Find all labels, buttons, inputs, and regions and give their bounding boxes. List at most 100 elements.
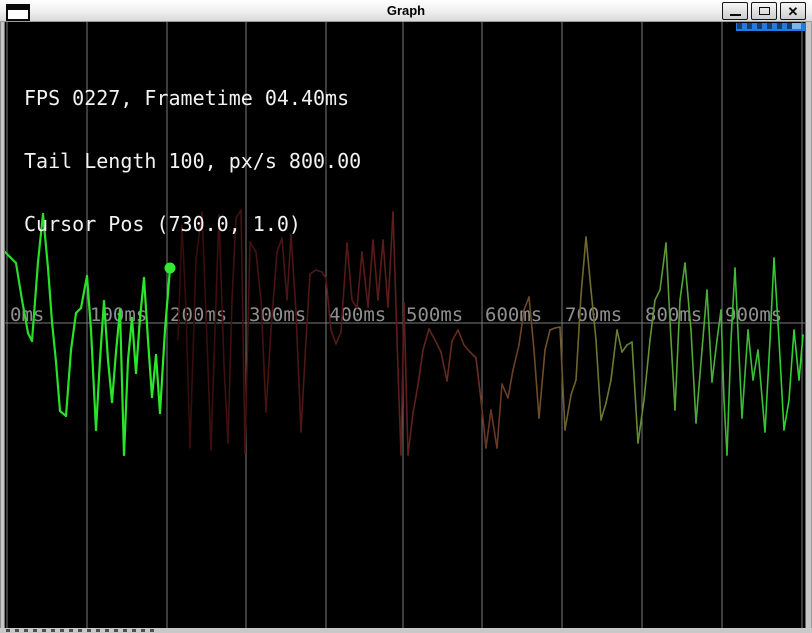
trace-segment — [571, 380, 576, 395]
trace-segment — [91, 330, 96, 430]
trace-segment — [388, 212, 393, 307]
selection-fragment — [736, 23, 805, 31]
trace-segment — [447, 341, 452, 381]
trace-segment — [644, 340, 650, 400]
trace-segment — [124, 360, 128, 455]
trace-segment — [373, 240, 378, 300]
axis-tick-label: 600ms — [485, 304, 542, 326]
trace-segment — [186, 310, 190, 448]
close-button[interactable]: ✕ — [780, 2, 806, 20]
trace-segment — [748, 330, 753, 380]
titlebar[interactable]: Graph ✕ — [0, 0, 812, 22]
trace-segment — [435, 340, 441, 352]
trace-segment — [301, 340, 306, 432]
trace-segment — [16, 263, 22, 300]
trace-segment — [774, 258, 779, 340]
trace-segment — [508, 370, 513, 398]
trace-segment — [156, 355, 160, 413]
trace-segment — [660, 243, 666, 290]
trace-segment — [464, 345, 470, 352]
trace-segment — [66, 350, 71, 416]
trace-segment — [362, 252, 368, 307]
window-bottom-border — [0, 628, 812, 633]
trace-segment — [691, 330, 696, 423]
trace-segment — [789, 330, 794, 400]
trace-segment — [132, 318, 136, 373]
trace-segment — [727, 340, 731, 455]
cutoff-glyph-tops — [6, 629, 158, 632]
trace-segment — [207, 340, 211, 450]
trace-segment — [632, 342, 638, 443]
trace-segment — [306, 274, 310, 340]
trace-segment — [10, 257, 16, 263]
trace-segment — [565, 395, 571, 430]
trace-segment — [429, 329, 435, 340]
trace-segment — [296, 312, 301, 432]
trace-segment — [423, 329, 429, 350]
trace-segment — [368, 240, 373, 307]
trace-segment — [136, 318, 140, 373]
trace-segment — [758, 350, 765, 432]
window-controls: ✕ — [722, 2, 806, 20]
trace-segment — [108, 360, 112, 402]
trace-segment — [671, 340, 675, 410]
trace-segment — [441, 352, 447, 381]
trace-segment — [770, 258, 774, 340]
window-menu-icon[interactable] — [6, 4, 30, 21]
trace-segment — [378, 240, 383, 300]
trace-segment — [596, 340, 601, 420]
hud-cursor-line: Cursor Pos (730.0, 1.0) — [24, 214, 361, 235]
trace-segment — [696, 350, 702, 423]
trace-segment — [581, 237, 586, 295]
trace-segment — [470, 352, 476, 358]
trace-segment — [211, 330, 215, 450]
axis-tick-label: 500ms — [406, 304, 463, 326]
trace-segment — [794, 330, 799, 380]
trace-segment — [606, 380, 611, 403]
trace-segment — [539, 350, 545, 418]
trace-segment — [638, 400, 644, 443]
trace-segment — [112, 352, 116, 402]
trace-segment — [707, 290, 712, 382]
minimize-button[interactable] — [722, 2, 748, 20]
maximize-button[interactable] — [751, 2, 777, 20]
trace-segment — [655, 290, 660, 300]
axis-tick-label: 300ms — [249, 304, 306, 326]
trace-segment — [56, 362, 60, 411]
trace-segment — [331, 330, 336, 344]
hud-readout: FPS 0227, Frametime 04.40ms Tail Length … — [24, 46, 361, 277]
trace-segment — [617, 330, 622, 352]
trace-segment — [550, 328, 555, 330]
trace-segment — [622, 345, 627, 352]
trace-segment — [586, 237, 591, 290]
trace-segment — [408, 413, 413, 455]
graph-canvas[interactable]: 0ms100ms200ms300ms400ms500ms600ms700ms80… — [4, 22, 806, 628]
trace-segment — [779, 340, 784, 430]
hud-tail-line: Tail Length 100, px/s 800.00 — [24, 151, 361, 172]
trace-segment — [476, 358, 481, 400]
selection-glyph-fragments — [737, 23, 793, 29]
trace-segment — [702, 290, 707, 350]
trace-segment — [765, 340, 770, 432]
trace-segment — [611, 330, 617, 380]
trace-segment — [96, 360, 100, 430]
trace-segment — [452, 330, 458, 341]
trace-segment — [148, 340, 152, 397]
trace-segment — [742, 330, 748, 418]
trace-segment — [534, 350, 539, 418]
trace-segment — [418, 350, 423, 385]
trace-segment — [491, 410, 497, 448]
window-title: Graph — [0, 3, 812, 18]
trace-segment — [81, 276, 87, 308]
trace-segment — [190, 260, 196, 448]
trace-segment — [71, 313, 76, 350]
trace-segment — [458, 330, 464, 345]
trace-segment — [266, 330, 271, 412]
trace-segment — [545, 330, 550, 350]
trace-segment — [393, 212, 398, 370]
trace-segment — [784, 400, 789, 430]
trace-segment — [680, 263, 685, 300]
hud-fps-line: FPS 0227, Frametime 04.40ms — [24, 88, 361, 109]
minimize-icon — [730, 14, 741, 16]
trace-segment — [52, 322, 56, 362]
